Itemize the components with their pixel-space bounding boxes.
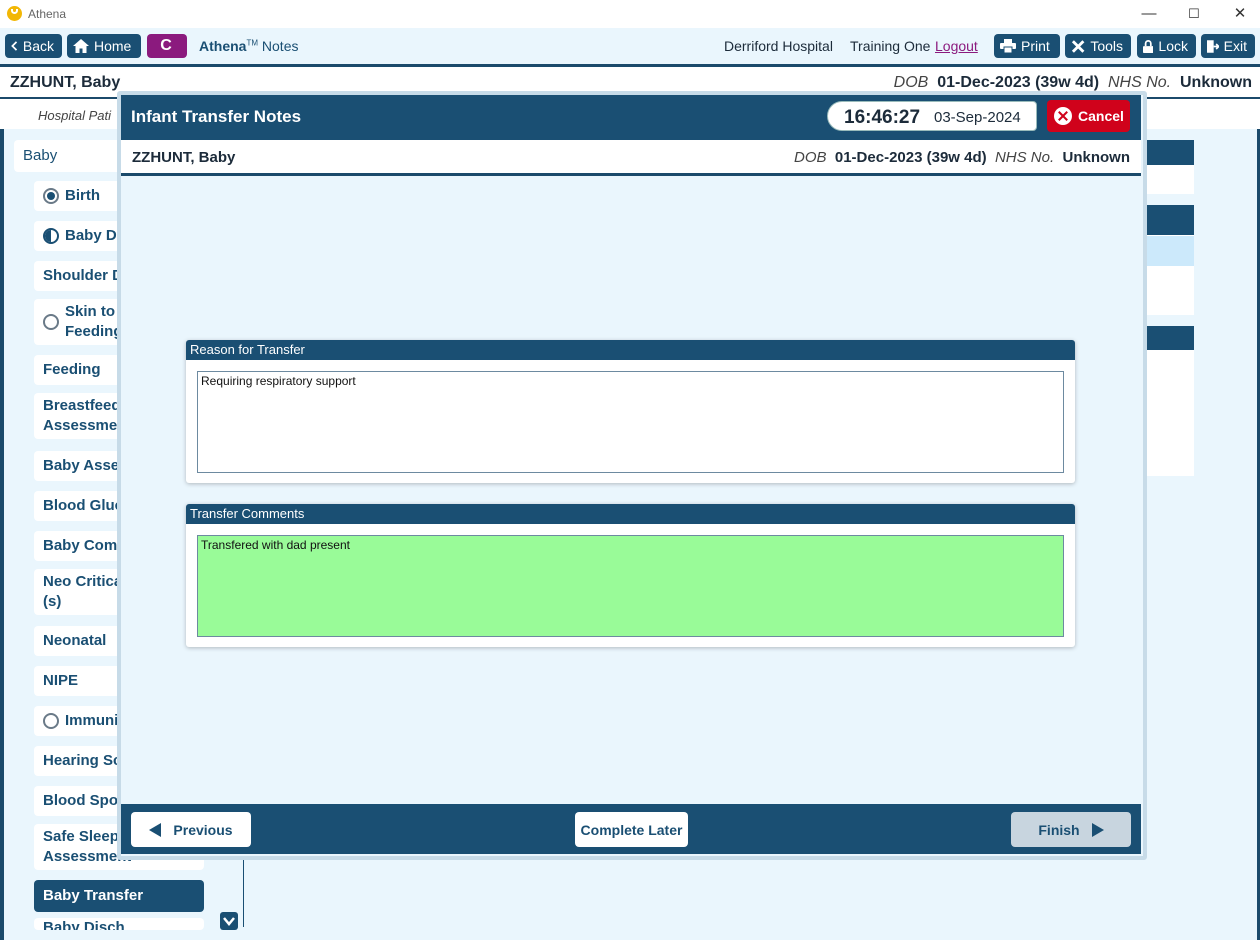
sidebar-item[interactable]: Baby Disch: [34, 918, 204, 930]
modal-dob-value: 01-Dec-2023 (39w 4d): [834, 149, 987, 166]
comments-panel-title: Transfer Comments: [186, 504, 1075, 524]
tools-button[interactable]: Tools: [1065, 34, 1131, 58]
cancel-button[interactable]: Cancel: [1047, 100, 1130, 132]
sidebar-item-label: Breastfeedi Assessmen: [43, 397, 127, 434]
sidebar-item-label: Feeding: [43, 361, 101, 378]
window-title-bar: Athena — ☐ ✕: [0, 0, 1260, 28]
cancel-label: Cancel: [1078, 108, 1124, 124]
print-label: Print: [1021, 38, 1050, 54]
athena-logo-icon: [7, 6, 22, 21]
dob-label: DOB: [893, 74, 929, 91]
window-title: Athena: [28, 7, 67, 21]
modal-patient-info: DOB 01-Dec-2023 (39w 4d) NHS No. Unknown: [794, 149, 1130, 166]
finish-button[interactable]: Finish: [1011, 812, 1131, 847]
background-panel-2-header: [1140, 205, 1194, 235]
back-label: Back: [22, 38, 54, 54]
lock-button[interactable]: Lock: [1137, 34, 1196, 58]
sidebar-item-label: NIPE: [43, 672, 79, 689]
sidebar-item-label: Baby Asses: [43, 457, 128, 474]
logout-link[interactable]: Logout: [935, 38, 978, 54]
transfer-comments-panel: Transfer Comments Transfered with dad pr…: [186, 504, 1075, 647]
sidebar-item-label: Baby Disch: [43, 919, 125, 930]
lock-icon: [1143, 39, 1154, 53]
reason-panel-title: Reason for Transfer: [186, 340, 1075, 360]
modal-nhs-value: Unknown: [1062, 149, 1131, 166]
user-name: Training One: [850, 38, 931, 54]
modal-nhs-label: NHS No.: [994, 149, 1055, 166]
reason-for-transfer-panel: Reason for Transfer Requiring respirator…: [186, 340, 1075, 483]
sidebar-item-label: Blood Spot: [43, 792, 123, 809]
sidebar-item-label: Shoulder D: [43, 267, 124, 284]
background-panel-3-header: [1140, 326, 1194, 350]
status-radio-icon: [43, 713, 59, 729]
minimize-icon[interactable]: —: [1126, 4, 1172, 24]
arrow-right-icon: [1091, 822, 1104, 837]
patient-info: DOB 01-Dec-2023 (39w 4d) NHS No. Unknown: [894, 74, 1252, 92]
clock-date: 03-Sep-2024: [934, 109, 1021, 126]
finish-label: Finish: [1038, 821, 1080, 838]
modal-title: Infant Transfer Notes: [131, 107, 302, 126]
sidebar-item[interactable]: Baby Transfer: [34, 880, 204, 912]
back-button[interactable]: Back: [5, 34, 62, 58]
sidebar-item-label: Hearing Sc: [43, 752, 122, 769]
modal-dob-label: DOB: [794, 149, 827, 166]
sidebar-item-label: Blood Gluc: [43, 497, 123, 514]
nhs-label: NHS No.: [1107, 74, 1172, 91]
chevron-left-icon: [11, 41, 18, 51]
home-button[interactable]: Home: [67, 34, 141, 58]
exit-icon: [1207, 39, 1219, 53]
app-brand: AthenaTM Notes: [199, 38, 298, 54]
previous-label: Previous: [173, 821, 233, 838]
arrow-left-icon: [149, 822, 162, 837]
cancel-icon: [1054, 107, 1072, 125]
print-button[interactable]: Print: [994, 34, 1060, 58]
dob-value: 01-Dec-2023 (39w 4d): [937, 74, 1100, 91]
sidebar-item-label: Neonatal: [43, 632, 107, 649]
sidebar-item-label: Neo Critica (s): [43, 573, 123, 610]
tools-icon: [1071, 39, 1085, 53]
exit-button[interactable]: Exit: [1201, 34, 1255, 58]
brand-tm: TM: [246, 38, 259, 48]
printer-icon: [1000, 39, 1016, 53]
close-window-icon[interactable]: ✕: [1217, 4, 1260, 24]
background-panel-2-row: [1140, 236, 1194, 266]
clock-time: 16:46:27: [844, 107, 921, 128]
sidebar-item-label: Baby Transfer: [43, 887, 144, 904]
chevron-down-icon: [223, 917, 235, 926]
reason-textarea[interactable]: Requiring respiratory support: [197, 371, 1064, 473]
background-panel-1-header: [1140, 140, 1194, 165]
hospital-patient-label: Hospital Pati: [38, 108, 111, 123]
modal-patient-name: ZZHUNT, Baby: [132, 149, 236, 166]
timeline-line: [243, 855, 244, 927]
brand-suffix: Notes: [261, 38, 299, 54]
patient-name: ZZHUNT, Baby: [10, 74, 121, 91]
status-radio-icon: [43, 188, 59, 204]
sidebar-item-label: Birth: [65, 187, 100, 204]
comments-textarea[interactable]: Transfered with dad present: [197, 535, 1064, 637]
status-radio-icon: [43, 314, 59, 330]
brand-name: Athena: [199, 38, 247, 54]
complete-later-button[interactable]: Complete Later: [575, 812, 688, 847]
c-button[interactable]: C: [147, 34, 187, 58]
home-label: Home: [94, 38, 132, 54]
status-radio-icon: [43, 228, 59, 244]
hospital-name: Derriford Hospital: [724, 38, 833, 54]
tools-label: Tools: [1090, 38, 1123, 54]
sidebar-item-label: Baby Comr: [43, 537, 124, 554]
nhs-value: Unknown: [1180, 74, 1252, 91]
main-toolbar: Back Home C Print Tools Lock Exit: [0, 28, 1260, 67]
previous-button[interactable]: Previous: [131, 812, 251, 847]
lock-label: Lock: [1158, 38, 1188, 54]
maximize-icon[interactable]: ☐: [1171, 4, 1217, 24]
exit-label: Exit: [1223, 38, 1247, 54]
home-icon: [73, 39, 89, 53]
scroll-down-button[interactable]: [220, 912, 238, 930]
